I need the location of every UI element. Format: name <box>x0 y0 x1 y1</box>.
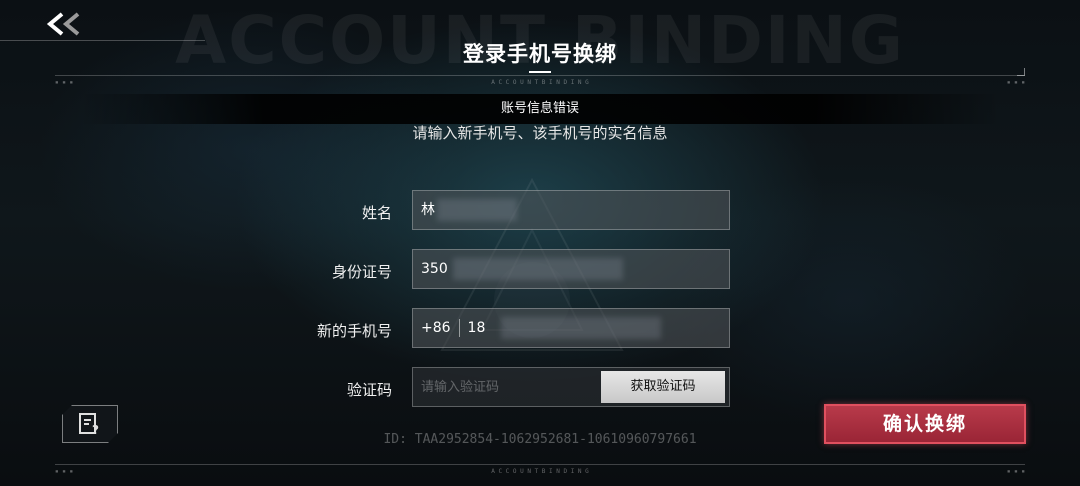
feedback-document-icon: ? <box>77 412 103 436</box>
get-code-button[interactable]: 获取验证码 <box>601 371 725 403</box>
redaction-mask <box>453 258 623 280</box>
back-button[interactable] <box>44 8 92 40</box>
top-divider <box>55 75 1025 76</box>
name-field[interactable]: 林 <box>412 190 730 230</box>
confirm-rebind-button[interactable]: 确认换绑 <box>824 404 1026 444</box>
name-label: 姓名 <box>361 204 392 222</box>
feedback-button[interactable]: ? <box>62 405 118 443</box>
svg-text:?: ? <box>92 423 99 436</box>
back-double-chevron-icon <box>46 12 80 36</box>
top-ticker: ▪ ▪ ▪ A C C O U N T B I N D I N G ▪ ▪ ▪ <box>55 79 1025 86</box>
top-ticker-text: A C C O U N T B I N D I N G <box>491 79 589 86</box>
name-value: 林 <box>421 202 435 218</box>
redaction-mask <box>501 317 661 339</box>
page-title: 登录手机号换绑 <box>463 42 617 66</box>
id-number-label: 身份证号 <box>331 263 392 281</box>
code-placeholder: 请输入验证码 <box>421 380 500 395</box>
phone-label: 新的手机号 <box>316 322 392 340</box>
bottom-divider <box>55 464 1025 465</box>
country-code[interactable]: +86 <box>421 319 460 337</box>
instruction-text: 请输入新手机号、该手机号的实名信息 <box>412 124 668 142</box>
bottom-ticker-text: A C C O U N T B I N D I N G <box>491 468 589 475</box>
phone-value: 18 <box>467 320 486 336</box>
error-toast: 账号信息错误 <box>80 94 1000 124</box>
verification-code-field[interactable]: 请输入验证码 获取验证码 <box>412 367 730 407</box>
id-number-field[interactable]: 350 <box>412 249 730 289</box>
corner-mark <box>1017 68 1025 76</box>
bottom-ticker: ▪ ▪ ▪ A C C O U N T B I N D I N G ▪ ▪ ▪ <box>55 468 1025 475</box>
code-label: 验证码 <box>346 381 392 399</box>
redaction-mask <box>437 199 517 221</box>
title-underline <box>529 71 551 73</box>
id-number-value: 350 <box>421 261 448 277</box>
phone-field[interactable]: +86 18 <box>412 308 730 348</box>
